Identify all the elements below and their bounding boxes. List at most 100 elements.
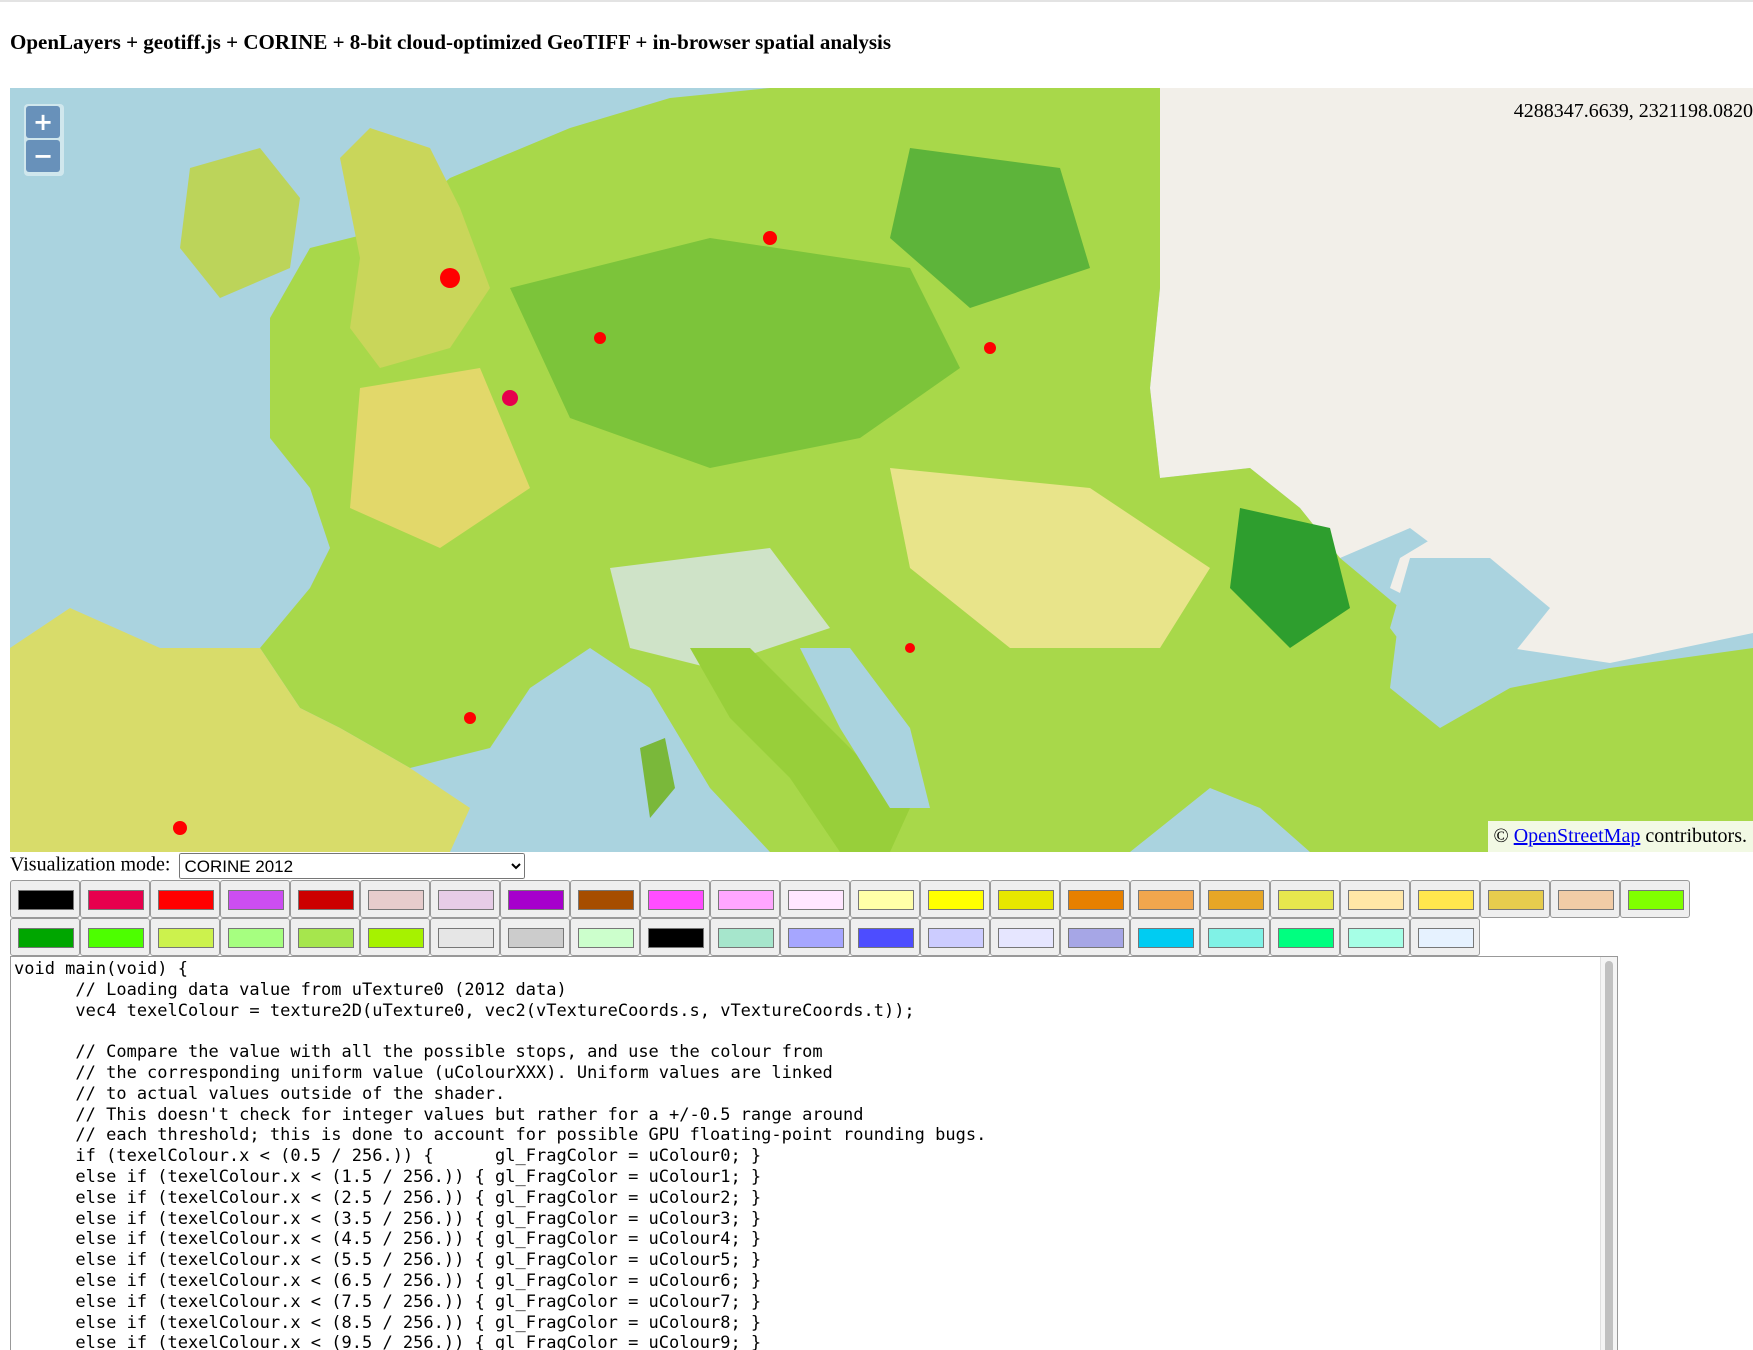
- colour-swatch-fill: [368, 890, 424, 910]
- visualization-mode-select[interactable]: CORINE 2012: [179, 853, 526, 879]
- colour-swatch-button[interactable]: [500, 880, 570, 918]
- code-scrollbar-thumb[interactable]: [1605, 961, 1613, 1350]
- mouse-coordinates: 4288347.6639, 2321198.0820: [1513, 100, 1753, 122]
- colour-swatch-fill: [648, 928, 704, 948]
- colour-swatch-fill: [858, 928, 914, 948]
- colour-swatch-button[interactable]: [850, 918, 920, 956]
- colour-swatch-button[interactable]: [1200, 918, 1270, 956]
- colour-swatch-fill: [438, 890, 494, 910]
- colour-swatch-fill: [298, 890, 354, 910]
- colour-swatch-fill: [1278, 890, 1334, 910]
- visualization-mode-label: Visualization mode:: [10, 853, 171, 876]
- colour-swatch-button[interactable]: [1130, 880, 1200, 918]
- colour-swatch-fill: [788, 928, 844, 948]
- colour-swatch-button[interactable]: [1410, 880, 1480, 918]
- colour-swatch-fill: [508, 928, 564, 948]
- colour-swatch-button[interactable]: [10, 918, 80, 956]
- colour-swatch-button[interactable]: [710, 918, 780, 956]
- colour-swatch-button[interactable]: [1060, 918, 1130, 956]
- colour-swatch-button[interactable]: [1620, 880, 1690, 918]
- colour-swatch-button[interactable]: [990, 918, 1060, 956]
- colour-swatch-fill: [1628, 890, 1684, 910]
- colour-swatch-button[interactable]: [1270, 880, 1340, 918]
- colour-swatch-fill: [1208, 890, 1264, 910]
- colour-swatch-button[interactable]: [80, 918, 150, 956]
- colour-swatch-button[interactable]: [360, 880, 430, 918]
- colour-swatch-button[interactable]: [1200, 880, 1270, 918]
- colour-swatch-fill: [228, 928, 284, 948]
- openstreetmap-link[interactable]: OpenStreetMap: [1514, 825, 1641, 847]
- colour-swatch-button[interactable]: [780, 918, 850, 956]
- colour-swatch-button[interactable]: [1340, 880, 1410, 918]
- colour-swatch-button[interactable]: [1130, 918, 1200, 956]
- colour-swatch-fill: [368, 928, 424, 948]
- colour-swatch-button[interactable]: [1060, 880, 1130, 918]
- colour-swatch-button[interactable]: [430, 880, 500, 918]
- colour-swatch-button[interactable]: [430, 918, 500, 956]
- colour-swatch-button[interactable]: [640, 880, 710, 918]
- colour-swatch-button[interactable]: [150, 918, 220, 956]
- colour-swatch-fill: [1208, 928, 1264, 948]
- colour-swatch-button[interactable]: [990, 880, 1060, 918]
- colour-swatch-fill: [1418, 928, 1474, 948]
- colour-swatch-fill: [1348, 890, 1404, 910]
- colour-swatch-button[interactable]: [150, 880, 220, 918]
- visualization-mode-row: Visualization mode: CORINE 2012: [10, 853, 526, 879]
- colour-swatch-fill: [718, 890, 774, 910]
- map-viewport[interactable]: + − 4288347.6639, 2321198.0820 © OpenStr…: [10, 88, 1753, 852]
- colour-swatch-fill: [1348, 928, 1404, 948]
- zoom-control: + −: [24, 104, 64, 176]
- colour-swatch-button[interactable]: [220, 918, 290, 956]
- colour-swatch-fill: [1278, 928, 1334, 948]
- colour-swatch-fill: [578, 928, 634, 948]
- colour-swatch-fill: [1068, 890, 1124, 910]
- colour-swatch-button[interactable]: [500, 918, 570, 956]
- code-scrollbar[interactable]: [1600, 957, 1617, 1350]
- colour-swatch-button[interactable]: [1340, 918, 1410, 956]
- zoom-in-button[interactable]: +: [26, 106, 60, 138]
- colour-swatch-button[interactable]: [1550, 880, 1620, 918]
- colour-swatch-button[interactable]: [290, 918, 360, 956]
- attribution-prefix: ©: [1493, 825, 1514, 847]
- colour-swatch-fill: [928, 928, 984, 948]
- colour-swatch-fill: [1138, 928, 1194, 948]
- colour-swatch-button[interactable]: [1480, 880, 1550, 918]
- colour-swatch-fill: [438, 928, 494, 948]
- colour-swatch-button[interactable]: [10, 880, 80, 918]
- top-divider: [0, 0, 1753, 2]
- colour-swatch-fill: [788, 890, 844, 910]
- map-base-layer: [10, 88, 1753, 852]
- colour-swatch-button[interactable]: [570, 880, 640, 918]
- colour-swatch-row-2: [10, 918, 1753, 956]
- colour-swatch-button[interactable]: [80, 880, 150, 918]
- colour-swatch-button[interactable]: [360, 918, 430, 956]
- colour-swatch-fill: [88, 928, 144, 948]
- colour-swatch-button[interactable]: [920, 880, 990, 918]
- shader-code-text[interactable]: void main(void) { // Loading data value …: [11, 957, 1617, 1350]
- map-attribution: © OpenStreetMap contributors.: [1487, 821, 1753, 852]
- colour-swatch-button[interactable]: [640, 918, 710, 956]
- colour-swatch-fill: [18, 890, 74, 910]
- page-title: OpenLayers + geotiff.js + CORINE + 8-bit…: [10, 30, 892, 54]
- colour-swatch-button[interactable]: [920, 918, 990, 956]
- colour-swatch-fill: [158, 928, 214, 948]
- colour-swatch-fill: [998, 890, 1054, 910]
- colour-swatch-fill: [858, 890, 914, 910]
- attribution-suffix: contributors.: [1640, 825, 1747, 847]
- colour-swatch-fill: [648, 890, 704, 910]
- colour-swatch-row-1: [10, 880, 1753, 918]
- colour-swatch-button[interactable]: [1410, 918, 1480, 956]
- colour-swatch-button[interactable]: [710, 880, 780, 918]
- colour-swatch-button[interactable]: [570, 918, 640, 956]
- colour-swatch-button[interactable]: [1270, 918, 1340, 956]
- colour-swatch-button[interactable]: [780, 880, 850, 918]
- colour-swatch-button[interactable]: [850, 880, 920, 918]
- colour-swatch-fill: [88, 890, 144, 910]
- colour-swatch-button[interactable]: [290, 880, 360, 918]
- colour-swatch-fill: [1418, 890, 1474, 910]
- zoom-out-button[interactable]: −: [26, 140, 60, 172]
- colour-swatch-fill: [228, 890, 284, 910]
- colour-swatch-fill: [718, 928, 774, 948]
- colour-swatch-button[interactable]: [220, 880, 290, 918]
- shader-code-editor[interactable]: void main(void) { // Loading data value …: [10, 956, 1618, 1350]
